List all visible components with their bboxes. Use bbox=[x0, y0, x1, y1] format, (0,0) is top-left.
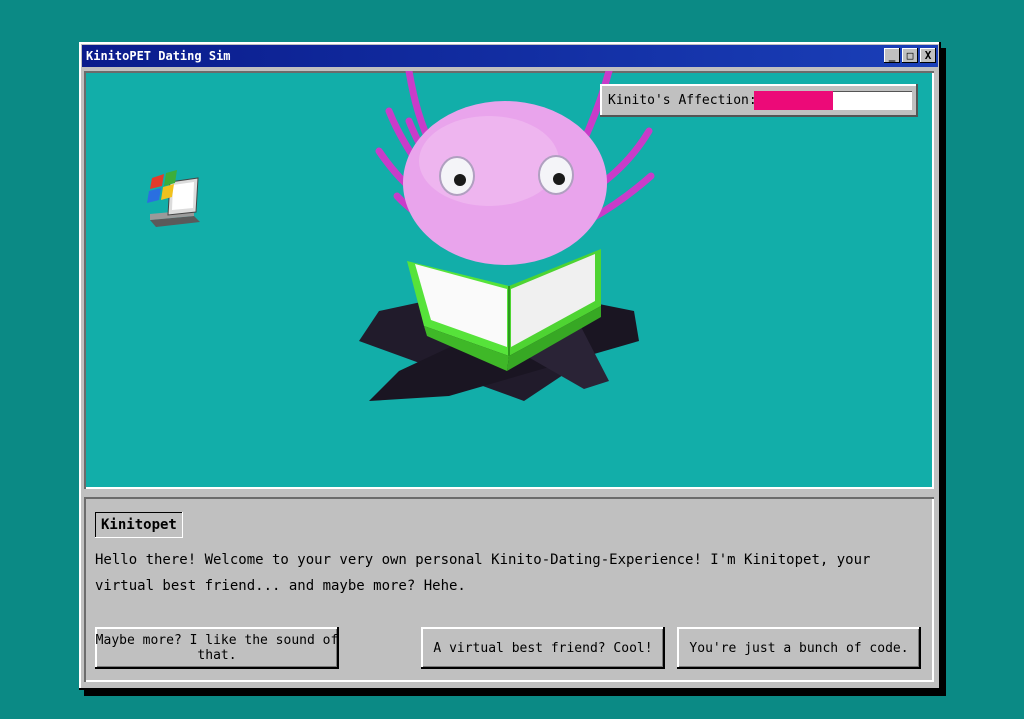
game-window: KinitoPET Dating Sim _ □ X Kinito's Affe… bbox=[79, 42, 941, 690]
computer-icon[interactable] bbox=[144, 168, 204, 230]
close-button[interactable]: X bbox=[920, 48, 936, 63]
maximize-button[interactable]: □ bbox=[902, 48, 918, 63]
title-bar[interactable]: KinitoPET Dating Sim _ □ X bbox=[82, 45, 938, 67]
window-title: KinitoPET Dating Sim bbox=[86, 49, 231, 63]
affection-label: Kinito's Affection: bbox=[608, 93, 757, 108]
minimize-button[interactable]: _ bbox=[884, 48, 900, 63]
dialog-box: Kinitopet Hello there! Welcome to your v… bbox=[84, 497, 934, 682]
affection-meter: Kinito's Affection: bbox=[600, 84, 918, 117]
choice-virtual-friend-button[interactable]: A virtual best friend? Cool! bbox=[421, 627, 665, 669]
choice-maybe-more-button[interactable]: Maybe more? I like the sound of that. bbox=[95, 627, 339, 669]
speaker-name: Kinitopet bbox=[95, 512, 183, 538]
affection-bar-fill bbox=[754, 91, 833, 110]
dialog-line-2: virtual best friend... and maybe more? H… bbox=[95, 578, 466, 594]
dialog-text: Hello there! Welcome to your very own pe… bbox=[95, 547, 915, 599]
dialog-line-1: Hello there! Welcome to your very own pe… bbox=[95, 552, 871, 568]
kinito-character[interactable] bbox=[339, 71, 669, 411]
game-scene: Kinito's Affection: bbox=[84, 71, 934, 489]
affection-bar bbox=[754, 91, 912, 110]
window-controls: _ □ X bbox=[884, 48, 936, 63]
choice-bunch-of-code-button[interactable]: You're just a bunch of code. bbox=[677, 627, 921, 669]
